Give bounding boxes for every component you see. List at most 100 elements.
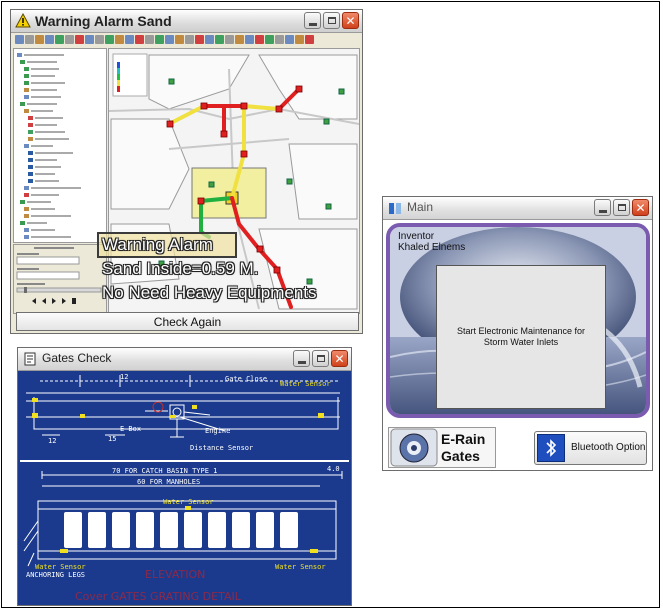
water-sensor-mid-label: Water Sensor bbox=[163, 498, 214, 506]
toolbar-button[interactable] bbox=[205, 35, 214, 44]
engine-label: Engine bbox=[205, 427, 230, 435]
analysis-panel bbox=[13, 244, 107, 314]
toolbar-button[interactable] bbox=[75, 35, 84, 44]
minimize-icon bbox=[598, 209, 607, 213]
maximize-button[interactable] bbox=[312, 350, 329, 367]
map-toolbar bbox=[13, 33, 360, 47]
sand-level-text: Sand Inside=0.59 M. bbox=[102, 259, 259, 278]
maximize-button[interactable] bbox=[323, 12, 340, 29]
gate-close-label: Gate Close bbox=[225, 375, 267, 383]
dim-12b-label: 12 bbox=[120, 373, 128, 381]
logo-text-line1: E-Rain bbox=[441, 431, 486, 447]
logo-text: E-Rain Gates bbox=[441, 431, 485, 465]
water-sensor-top-label: Water Sensor bbox=[280, 380, 331, 388]
inventor-block: Inventor Khaled Elnems bbox=[398, 231, 465, 253]
maximize-button[interactable] bbox=[613, 199, 630, 216]
close-button[interactable]: ✕ bbox=[342, 12, 359, 29]
toolbar-button[interactable] bbox=[255, 35, 264, 44]
gates-app-icon bbox=[24, 352, 36, 366]
toolbar-button[interactable] bbox=[65, 35, 74, 44]
toolbar-button[interactable] bbox=[85, 35, 94, 44]
close-button[interactable]: ✕ bbox=[632, 199, 649, 216]
anchoring-legs-label: ANCHORING LEGS bbox=[26, 571, 85, 579]
close-icon: ✕ bbox=[334, 351, 345, 366]
minimize-button[interactable] bbox=[293, 350, 310, 367]
toolbar-button[interactable] bbox=[305, 35, 314, 44]
equipment-text: No Need Heavy Equipments bbox=[102, 283, 317, 302]
toolbar-button[interactable] bbox=[195, 35, 204, 44]
main-app-icon bbox=[389, 203, 401, 214]
elevation-label: ELEVATION bbox=[145, 568, 205, 581]
minimize-button[interactable] bbox=[594, 199, 611, 216]
toolbar-button[interactable] bbox=[285, 35, 294, 44]
manholes-label: 60 FOR MANHOLES bbox=[137, 478, 200, 486]
toolbar-button[interactable] bbox=[125, 35, 134, 44]
toolbar-button[interactable] bbox=[275, 35, 284, 44]
gates-window-titlebar[interactable]: Gates Check ✕ bbox=[18, 348, 351, 371]
bluetooth-option-button[interactable]: Bluetooth Option bbox=[534, 431, 647, 465]
check-again-button[interactable]: Check Again bbox=[16, 312, 359, 331]
water-sensor-left-label: Water Sensor bbox=[35, 563, 86, 571]
toolbar-button[interactable] bbox=[135, 35, 144, 44]
warning-alarm-window: Warning Alarm Sand ✕ Warning Alarm Sand … bbox=[10, 9, 363, 334]
toolbar-button[interactable] bbox=[265, 35, 274, 44]
toolbar-button[interactable] bbox=[115, 35, 124, 44]
e-rain-gates-logo: E-Rain Gates bbox=[388, 427, 496, 468]
toolbar-button[interactable] bbox=[95, 35, 104, 44]
project-tree[interactable] bbox=[13, 48, 107, 243]
toolbar-button[interactable] bbox=[15, 35, 24, 44]
minimize-button[interactable] bbox=[304, 12, 321, 29]
maximize-icon bbox=[316, 355, 325, 362]
maximize-icon bbox=[327, 17, 336, 24]
main-window: Main ✕ Inventor Khaled Elnems Start Elec… bbox=[382, 196, 653, 471]
bluetooth-option-label: Bluetooth Option bbox=[571, 442, 646, 453]
alarm-title: Warning Alarm bbox=[102, 235, 213, 254]
toolbar-button[interactable] bbox=[105, 35, 114, 44]
main-window-titlebar[interactable]: Main ✕ bbox=[383, 197, 652, 220]
toolbar-button[interactable] bbox=[55, 35, 64, 44]
close-icon: ✕ bbox=[345, 13, 356, 28]
bluetooth-icon bbox=[537, 434, 565, 462]
toolbar-button[interactable] bbox=[185, 35, 194, 44]
toolbar-button[interactable] bbox=[165, 35, 174, 44]
close-button[interactable]: ✕ bbox=[331, 350, 348, 367]
window-title: Gates Check bbox=[42, 351, 112, 365]
warning-icon bbox=[15, 13, 31, 28]
dim-12-label: 12 bbox=[48, 437, 56, 445]
toolbar-button[interactable] bbox=[295, 35, 304, 44]
logo-text-line2: Gates bbox=[441, 448, 480, 464]
minimize-icon bbox=[297, 360, 306, 364]
toolbar-button[interactable] bbox=[175, 35, 184, 44]
catch-basin-label: 70 FOR CATCH BASIN TYPE 1 bbox=[112, 467, 217, 475]
toolbar-button[interactable] bbox=[225, 35, 234, 44]
window-title: Main bbox=[407, 200, 434, 214]
toolbar-button[interactable] bbox=[35, 35, 44, 44]
start-maintenance-button[interactable]: Start Electronic Maintenance for Storm W… bbox=[436, 265, 606, 409]
toolbar-button[interactable] bbox=[235, 35, 244, 44]
inventor-label: Inventor bbox=[398, 231, 435, 242]
warning-window-titlebar[interactable]: Warning Alarm Sand ✕ bbox=[11, 10, 362, 33]
distance-sensor-label: Distance Sensor bbox=[190, 444, 253, 452]
dim-15-label: 15 bbox=[108, 435, 116, 443]
start-maintenance-label: Start Electronic Maintenance for Storm W… bbox=[456, 326, 586, 347]
toolbar-button[interactable] bbox=[45, 35, 54, 44]
toolbar-button[interactable] bbox=[245, 35, 254, 44]
maximize-icon bbox=[617, 204, 626, 211]
splash-panel: Inventor Khaled Elnems Start Electronic … bbox=[386, 223, 650, 418]
tree-items-graphic bbox=[17, 53, 81, 239]
window-title: Warning Alarm Sand bbox=[35, 13, 172, 29]
inventor-name: Khaled Elnems bbox=[398, 242, 466, 253]
dim-40-label: 4.0 bbox=[327, 465, 340, 473]
toolbar-button[interactable] bbox=[25, 35, 34, 44]
e-box-label: E-Box bbox=[120, 425, 141, 433]
analysis-controls-graphic bbox=[16, 247, 102, 304]
gates-blueprint: Gate Close Water Sensor E-Box Engine Dis… bbox=[20, 371, 349, 604]
toolbar-button[interactable] bbox=[155, 35, 164, 44]
water-sensor-right-label: Water Sensor bbox=[275, 563, 326, 571]
toolbar-button[interactable] bbox=[145, 35, 154, 44]
minimize-icon bbox=[308, 22, 317, 26]
alarm-overlay: Warning Alarm Sand Inside=0.59 M. No Nee… bbox=[97, 232, 357, 308]
close-icon: ✕ bbox=[635, 200, 646, 215]
logo-globe-icon bbox=[390, 428, 438, 467]
toolbar-button[interactable] bbox=[215, 35, 224, 44]
